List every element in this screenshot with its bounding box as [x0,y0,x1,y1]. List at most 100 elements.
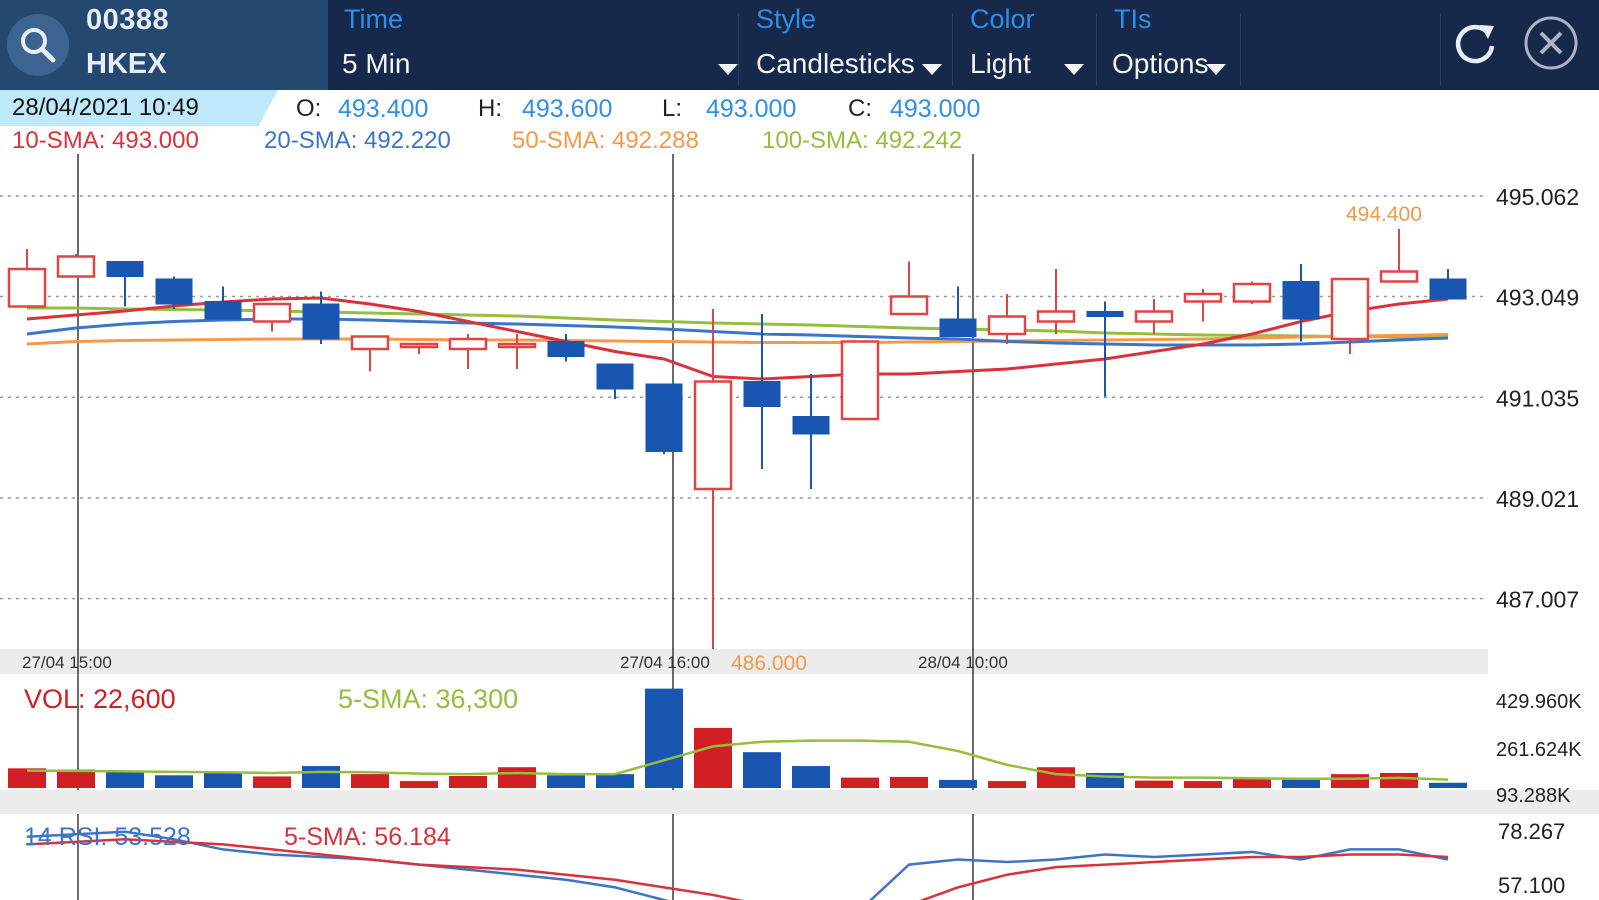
color-label: Color [970,4,1035,34]
quote-datetime: 28/04/2021 10:49 [12,94,199,121]
candle-body-down [1429,278,1467,300]
volume-bar-up [1135,780,1173,788]
candle-body-down [645,383,683,452]
price-tick-label: 487.007 [1496,587,1579,613]
tis-value[interactable]: Options [1112,48,1209,80]
volume-bar-up [988,781,1026,788]
style-value[interactable]: Candlesticks [756,48,915,80]
close-value: 493.000 [890,95,981,123]
volume-bar-up [351,774,389,788]
rsi-chart[interactable]: 14 RSI: 53.528 5-SMA: 56.184 78.267 57.100 [0,814,1599,900]
time-label: Time [344,4,403,34]
time-axis-label: 28/04 10:00 [918,653,1008,672]
volume-sma-label: 5-SMA: 36,300 [338,684,518,714]
candle-body-up [1330,277,1370,341]
sma20-legend: 20-SMA: 492.220 [264,127,451,154]
candle-body-up [399,342,439,349]
close-button[interactable] [1520,12,1582,74]
volume-tick-label: 261.624K [1496,739,1582,761]
candle-body-up [1036,310,1076,323]
volume-chart[interactable]: VOL: 22,600 5-SMA: 36,300 429.960K 261.624K… [0,674,1599,814]
volume-label: VOL: 22,600 [24,684,176,714]
time-value[interactable]: 5 Min [342,48,410,80]
volume-bar-up [1331,774,1369,788]
volume-bar-down [204,772,242,788]
rsi-chart-background [0,814,1599,900]
candle-body-down [596,363,634,390]
sma10-legend: 10-SMA: 493.000 [12,127,199,154]
volume-bar-up [1380,772,1418,788]
style-dropdown-icon[interactable] [922,64,942,75]
price-chart-background [0,154,1599,674]
style-label: Style [756,4,817,34]
top-toolbar: 00388 HKEX Time 5 Min Style Candlesticks… [0,0,1599,90]
refresh-button[interactable] [1444,12,1506,74]
volume-bar-down [939,779,977,788]
close-label: C: [848,95,872,122]
volume-tick-label: 93.288K [1496,785,1571,807]
tis-dropdown-icon[interactable] [1206,64,1226,75]
candle-body-down [743,381,781,407]
high-label: H: [478,95,502,122]
candle-body-down [106,261,144,277]
tis-label: TIs [1114,4,1152,34]
volume-bar-down [302,766,340,788]
candle-body-up [693,380,733,491]
volume-bar-up [1037,767,1075,788]
exchange-name: HKEX [86,48,167,80]
volume-bar-up [890,776,928,788]
search-icon [21,28,56,63]
color-value[interactable]: Light [970,48,1031,80]
stock-search-box[interactable]: 00388 HKEX [0,0,328,90]
candle-body-down [547,341,585,357]
candle-body-up [889,295,929,316]
volume-bar-up [449,775,487,788]
low-label: L: [662,95,683,122]
volume-bar-down [1429,782,1467,788]
rsi-sma-label: 5-SMA: 56.184 [284,823,451,851]
time-dropdown-icon[interactable] [718,64,738,75]
divider [738,14,739,86]
stock-code: 00388 [86,4,170,36]
volume-bar-down [547,775,585,788]
candle-body-up [497,342,537,349]
volume-bottom-band [0,790,1599,814]
candle-body-up [350,335,390,351]
candle-body-up [7,267,47,308]
close-icon [1524,16,1578,70]
price-tick-label: 493.049 [1496,285,1579,311]
volume-bar-down [596,774,634,788]
color-dropdown-icon[interactable] [1064,64,1084,75]
rsi-label: 14 RSI: 53.528 [24,823,191,851]
rsi-tick-label: 78.267 [1498,819,1565,844]
volume-bar-up [400,781,438,788]
low-value: 493.000 [706,95,797,123]
candle-body-up [987,315,1027,336]
price-tick-label: 491.035 [1496,385,1579,411]
quote-info-bar: 28/04/2021 10:49 O: 493.400 H: 493.600 L… [0,90,1599,126]
volume-bar-up [1184,781,1222,788]
volume-bar-down [792,766,830,788]
candle-body-up [252,302,292,323]
volume-bar-up [498,767,536,788]
search-button[interactable] [7,14,69,76]
candle-body-down [792,416,830,435]
divider [1240,14,1241,86]
divider [952,14,953,86]
rsi-tick-label: 57.100 [1498,873,1565,898]
volume-bar-down [106,772,144,788]
candle-body-down [1086,311,1124,317]
volume-bar-up [57,769,95,788]
volume-bar-up [253,776,291,788]
time-axis-label: 27/04 16:00 [620,653,710,672]
candle-body-down [155,278,193,305]
open-label: O: [296,95,322,122]
low-annotation: 486.000 [731,652,807,674]
candle-body-up [1183,292,1223,303]
volume-bar-up [841,777,879,788]
price-chart[interactable]: 495.062 493.049 491.035 489.021 487.007 27/04… [0,154,1599,674]
refresh-icon [1455,24,1495,64]
candle-body-up [448,337,488,351]
open-value: 493.400 [338,95,429,123]
candle-body-up [56,255,96,278]
